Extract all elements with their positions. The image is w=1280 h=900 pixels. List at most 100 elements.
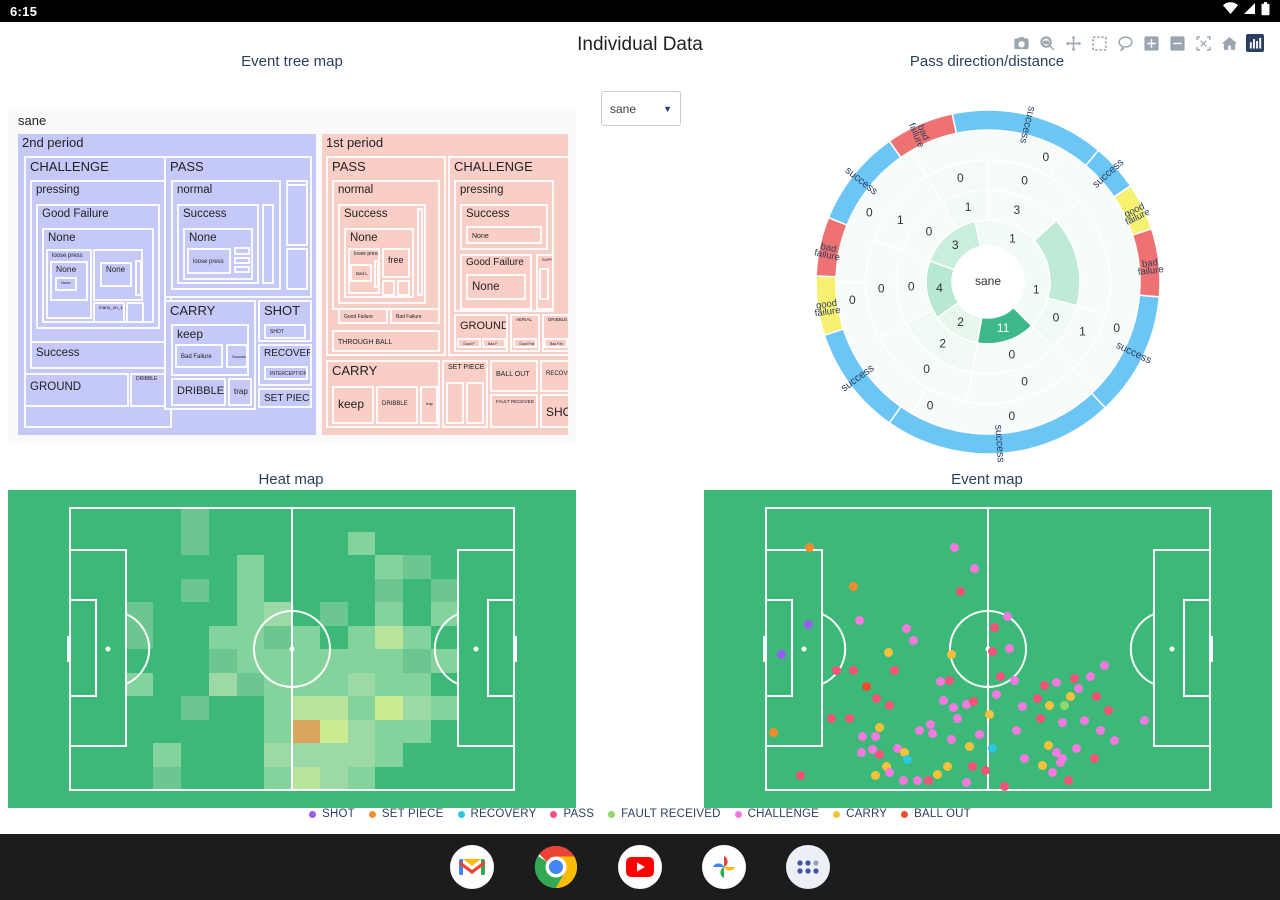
treemap-tile-set-piece[interactable]: SET PIECE (258, 388, 312, 408)
legend-item[interactable]: BALL OUT (901, 808, 971, 820)
player-select[interactable]: sane ▼ (601, 91, 681, 126)
event-dot[interactable] (885, 701, 894, 710)
treemap-tile-p1-good-failure[interactable]: Good Failure (338, 308, 388, 324)
event-dot[interactable] (913, 776, 922, 785)
event-dot[interactable] (936, 677, 945, 686)
event-dot[interactable] (827, 714, 836, 723)
treemap-tile-p1-shot[interactable]: SHOT (540, 394, 570, 428)
heat-map-pitch[interactable] (8, 490, 576, 808)
event-dot[interactable] (871, 771, 880, 780)
event-dot[interactable] (855, 616, 864, 625)
treemap-tile-p1-goodfa[interactable]: Good Fail (513, 338, 537, 348)
event-dot[interactable] (885, 768, 894, 777)
legend-item[interactable]: SHOT (309, 808, 355, 820)
legend-item[interactable]: RECOVERY (457, 808, 537, 820)
event-dot[interactable] (933, 770, 942, 779)
treemap-tile-interception[interactable]: INTERCEPTION (264, 366, 308, 380)
event-dot[interactable] (1045, 701, 1054, 710)
event-dot[interactable] (926, 720, 935, 729)
event-dot[interactable] (992, 690, 1001, 699)
event-dot[interactable] (970, 564, 979, 573)
legend-item[interactable]: PASS (550, 808, 594, 820)
event-dot[interactable] (1070, 674, 1079, 683)
event-dot[interactable] (915, 726, 924, 735)
legend-item[interactable]: CARRY (833, 808, 887, 820)
treemap-tile-sliver12[interactable] (417, 208, 423, 296)
event-dot[interactable] (858, 732, 867, 741)
app-drawer-icon[interactable] (786, 845, 830, 889)
treemap-tile-sliver9[interactable] (374, 260, 379, 288)
legend-item[interactable]: CHALLENGE (734, 808, 819, 820)
event-dot[interactable] (1066, 692, 1075, 701)
event-dot[interactable] (862, 682, 871, 691)
event-dot[interactable] (965, 742, 974, 751)
treemap-tile-none-1on1[interactable]: None (100, 262, 132, 287)
chrome-icon[interactable] (534, 845, 578, 889)
treemap-tile-sliver6[interactable] (262, 204, 274, 284)
treemap-tile-p1-ball-out[interactable]: BALL OUT (490, 360, 538, 392)
treemap-tile-p1-keep[interactable]: keep (332, 386, 374, 424)
event-dot[interactable] (939, 696, 948, 705)
event-dot[interactable] (988, 647, 997, 656)
event-dot[interactable] (849, 582, 858, 591)
event-dot[interactable] (875, 750, 884, 759)
event-dot[interactable] (1010, 676, 1019, 685)
event-dot[interactable] (849, 666, 858, 675)
treemap-tile-p1-recovery[interactable]: RECOVERY (540, 360, 570, 392)
event-dot[interactable] (1052, 678, 1061, 687)
treemap-tile-sliver10[interactable] (382, 280, 395, 296)
event-dot[interactable] (1038, 761, 1047, 770)
treemap-tile-sliver5[interactable] (234, 266, 250, 273)
treemap-tile-sliver7[interactable] (286, 184, 308, 246)
event-dot[interactable] (1058, 718, 1067, 727)
pass-direction-sunburst[interactable]: success success good failure bad failure succe… (800, 102, 1180, 463)
event-dot[interactable] (796, 771, 805, 780)
event-dot[interactable] (1086, 672, 1095, 681)
treemap-tile-success-small[interactable]: Success (226, 344, 248, 368)
event-dot[interactable] (1074, 684, 1083, 693)
event-dot[interactable] (943, 762, 952, 771)
treemap-tile-sliver8[interactable] (286, 248, 308, 290)
event-tree-map[interactable]: sane 2nd period CHALLENGE pressing Good … (8, 108, 576, 443)
treemap-tile-dribble2[interactable]: DRIBBLE (171, 378, 226, 406)
event-dot[interactable] (884, 648, 893, 657)
lasso-select-icon[interactable] (1116, 34, 1134, 52)
treemap-tile-p1-goodf[interactable]: Good F (457, 338, 481, 348)
event-dot[interactable] (990, 623, 999, 632)
event-dot[interactable] (769, 728, 778, 737)
plotly-logo-icon[interactable] (1246, 34, 1264, 52)
google-photos-icon[interactable] (702, 845, 746, 889)
event-dot[interactable] (1048, 768, 1057, 777)
zoom-in-icon[interactable] (1142, 34, 1160, 52)
event-dot[interactable] (1020, 754, 1029, 763)
treemap-tile-p1-free[interactable]: free (382, 248, 410, 278)
event-dot[interactable] (1000, 782, 1009, 791)
event-dot[interactable] (1036, 714, 1045, 723)
event-dot[interactable] (1040, 681, 1049, 690)
event-dot[interactable] (903, 755, 912, 764)
zoom-icon[interactable] (1038, 34, 1056, 52)
event-dot[interactable] (890, 666, 899, 675)
event-dot[interactable] (1080, 716, 1089, 725)
autoscale-icon[interactable] (1194, 34, 1212, 52)
event-dot[interactable] (777, 650, 786, 659)
treemap-tile-p1-bad-failure[interactable]: Bad Failure (390, 308, 440, 324)
event-dot[interactable] (975, 730, 984, 739)
treemap-tile-ground[interactable]: GROUND (24, 373, 129, 407)
event-dot[interactable] (832, 666, 841, 675)
event-dot[interactable] (902, 624, 911, 633)
treemap-tile-trap[interactable]: trap (228, 378, 252, 406)
treemap-tile-p1-badf[interactable]: Bad F (482, 338, 506, 348)
event-dot[interactable] (857, 748, 866, 757)
event-map-panel[interactable] (704, 490, 1272, 808)
event-dot[interactable] (1018, 702, 1027, 711)
event-dot[interactable] (1003, 612, 1012, 621)
event-dot[interactable] (1060, 701, 1069, 710)
event-dot[interactable] (945, 676, 954, 685)
treemap-tile-sliver2[interactable] (126, 302, 144, 323)
event-map-pitch[interactable] (704, 490, 1272, 808)
heat-map-panel[interactable] (8, 490, 576, 808)
event-dot[interactable] (1012, 726, 1021, 735)
treemap-tile-p1-badfa[interactable]: Bad Fail (544, 338, 568, 348)
event-dot[interactable] (947, 735, 956, 744)
